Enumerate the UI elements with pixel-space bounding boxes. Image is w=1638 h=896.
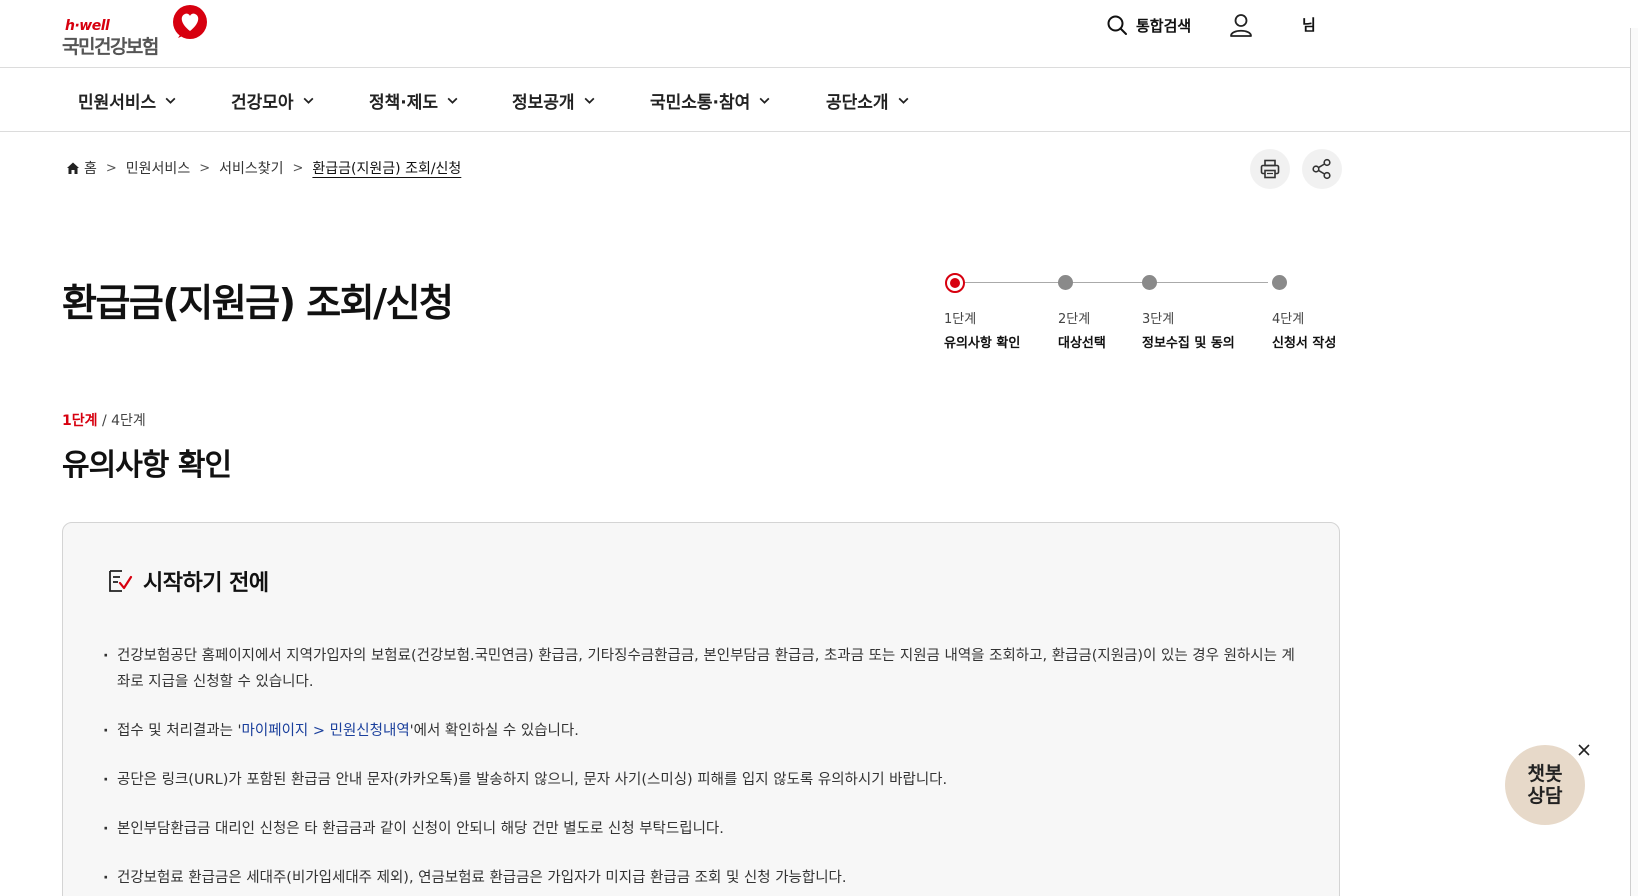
search-label: 통합검색 [1136, 16, 1192, 35]
nav-label: 민원서비스 [78, 93, 157, 113]
main-nav: 민원서비스 건강모아 정책·제도 정보공개 국민소통·참여 공단소개 [0, 68, 1630, 132]
print-button[interactable] [1250, 149, 1290, 189]
share-icon [1312, 158, 1331, 180]
nav-label: 정책·제도 [369, 93, 439, 113]
step-heading: 유의사항 확인 [62, 448, 232, 483]
step-number: 3단계 [1142, 312, 1175, 327]
integrated-search-button[interactable]: 통합검색 [1106, 13, 1191, 37]
user-name-suffix: 님 [1302, 16, 1316, 34]
current-step: 1단계 [62, 413, 98, 429]
breadcrumb-separator: > [199, 160, 211, 176]
mypage-request-history-link[interactable]: 마이페이지 > 민원신청내역 [242, 723, 410, 739]
site-logo[interactable]: h·well 국민건강보험 [62, 4, 212, 58]
step-number: 2단계 [1058, 312, 1091, 327]
site-header: h·well 국민건강보험 통합검색 님 [0, 0, 1630, 68]
step-indicator: 1단계 / 4단계 [62, 410, 146, 430]
notice-item: 접수 및 처리결과는 '마이페이지 > 민원신청내역'에서 확인하실 수 있습니… [103, 718, 1303, 744]
notice-item: 본인부담환급금 대리인 신청은 타 환급금과 같이 신청이 안되니 해당 건만 … [103, 816, 1303, 842]
notice-title-text: 시작하기 전에 [143, 571, 269, 596]
close-icon[interactable] [1576, 742, 1592, 758]
total-steps: / 4단계 [101, 413, 146, 429]
step-number: 4단계 [1272, 312, 1305, 327]
step-name: 대상선택 [1058, 336, 1106, 351]
breadcrumb-item[interactable]: 민원서비스 [126, 158, 190, 178]
heart-logo-icon [173, 5, 207, 39]
step-name: 유의사항 확인 [944, 336, 1021, 351]
nav-item-about[interactable]: 공단소개 [826, 88, 910, 113]
breadcrumb: 홈 > 민원서비스 > 서비스찾기 > 환급금(지원금) 조회/신청 [66, 158, 461, 178]
step-number: 1단계 [944, 312, 977, 327]
chevron-down-icon [759, 97, 770, 104]
notice-item: 건강보험공단 홈페이지에서 지역가입자의 보험료(건강보험.국민연금) 환급금,… [103, 643, 1303, 695]
chevron-down-icon [303, 97, 314, 104]
nav-label: 공단소개 [826, 93, 889, 113]
breadcrumb-separator: > [105, 160, 117, 176]
stepper-line [948, 282, 1268, 283]
breadcrumb-home[interactable]: 홈 [66, 158, 97, 178]
chatbot-label-line2: 상담 [1527, 785, 1563, 807]
chatbot-button[interactable]: 챗봇 상담 [1505, 745, 1585, 825]
notice-list: 건강보험공단 홈페이지에서 지역가입자의 보험료(건강보험.국민연금) 환급금,… [103, 643, 1303, 896]
breadcrumb-item[interactable]: 서비스찾기 [219, 158, 283, 178]
nav-item-civil-service[interactable]: 민원서비스 [78, 88, 177, 113]
chevron-down-icon [898, 97, 909, 104]
logo-title: 국민건강보험 [62, 36, 159, 58]
notice-item-text: 접수 및 처리결과는 ' [117, 723, 242, 739]
progress-stepper: 1단계 2단계 3단계 4단계 유의사항 확인 대상선택 정보수집 및 동의 신… [930, 270, 1350, 360]
step-name: 신청서 작성 [1272, 336, 1337, 351]
nav-item-communication[interactable]: 국민소통·참여 [650, 88, 771, 113]
breadcrumb-separator: > [292, 160, 304, 176]
nav-label: 국민소통·참여 [650, 93, 751, 113]
nav-item-health-moa[interactable]: 건강모아 [231, 88, 315, 113]
nav-item-policy[interactable]: 정책·제도 [369, 88, 459, 113]
notice-box: 시작하기 전에 건강보험공단 홈페이지에서 지역가입자의 보험료(건강보험.국민… [62, 522, 1340, 896]
nav-label: 정보공개 [512, 93, 575, 113]
share-button[interactable] [1302, 149, 1342, 189]
notice-item: 건강보험료 환급금은 세대주(비가입세대주 제외), 연금보험료 환급금은 가입… [103, 865, 1303, 891]
step-name: 정보수집 및 동의 [1142, 336, 1235, 351]
step-dot [1272, 275, 1287, 290]
page-title: 환급금(지원금) 조회/신청 [62, 281, 454, 325]
page-scrollbar[interactable] [1630, 28, 1638, 896]
checklist-icon [109, 570, 133, 592]
home-icon [67, 162, 79, 174]
step-dot [1058, 275, 1073, 290]
notice-item: 공단은 링크(URL)가 포함된 환급금 안내 문자(카카오톡)를 발송하지 않… [103, 767, 1303, 793]
user-icon[interactable] [1228, 12, 1254, 38]
print-icon [1260, 159, 1280, 179]
chevron-down-icon [165, 97, 176, 104]
chatbot-label: 챗봇 상담 [1528, 763, 1563, 807]
search-icon [1107, 15, 1127, 35]
step-dot [1142, 275, 1157, 290]
breadcrumb-home-label: 홈 [84, 161, 97, 177]
nav-label: 건강모아 [231, 93, 294, 113]
notice-item-text: '에서 확인하실 수 있습니다. [409, 723, 579, 739]
step-dot-active [945, 273, 965, 293]
nav-item-info-disclosure[interactable]: 정보공개 [512, 88, 596, 113]
chatbot-label-line1: 챗봇 [1527, 763, 1563, 785]
notice-title: 시작하기 전에 [107, 565, 269, 597]
breadcrumb-current[interactable]: 환급금(지원금) 조회/신청 [312, 158, 461, 178]
chevron-down-icon [447, 97, 458, 104]
chevron-down-icon [584, 97, 595, 104]
